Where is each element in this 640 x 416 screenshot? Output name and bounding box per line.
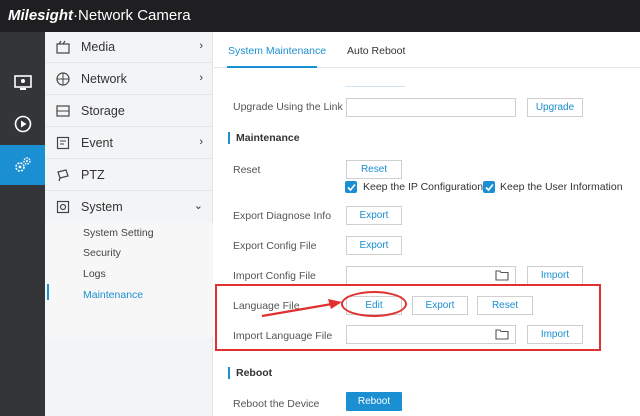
sidebar-item-event[interactable]: Event › xyxy=(45,128,213,159)
sidebar-item-label: PTZ xyxy=(81,168,105,182)
reboot-button[interactable]: Reboot xyxy=(346,392,402,411)
sidebar-item-label: Storage xyxy=(81,104,125,118)
import-language-file-input[interactable] xyxy=(346,325,516,344)
sidebar-item-label: Network xyxy=(81,72,127,86)
sidebar-subitem-logs[interactable]: Logs xyxy=(83,268,106,280)
chevron-right-icon: › xyxy=(199,136,203,148)
top-bar: Milesight·Network Camera xyxy=(0,0,640,32)
tab-auto-reboot[interactable]: Auto Reboot xyxy=(347,45,405,57)
sidebar-item-network[interactable]: Network › xyxy=(45,64,213,95)
reset-button[interactable]: Reset xyxy=(346,160,402,179)
sidebar-item-system[interactable]: System ⌄ xyxy=(45,191,213,222)
chevron-right-icon: › xyxy=(199,40,203,52)
rail-live-view[interactable] xyxy=(0,63,45,103)
tab-system-maintenance[interactable]: System Maintenance xyxy=(228,45,326,57)
chevron-right-icon: › xyxy=(199,72,203,84)
import-language-label: Import Language File xyxy=(233,330,333,342)
sidebar-item-ptz[interactable]: PTZ xyxy=(45,160,213,191)
check-icon xyxy=(346,183,356,191)
import-config-button[interactable]: Import xyxy=(527,266,583,285)
system-icon xyxy=(55,199,71,215)
reboot-device-label: Reboot the Device xyxy=(233,398,320,410)
sidebar-item-label: System xyxy=(81,199,123,214)
export-diagnose-label: Export Diagnose Info xyxy=(233,210,332,222)
reset-label: Reset xyxy=(233,164,261,176)
settings-icon xyxy=(14,157,31,172)
globe-icon xyxy=(55,71,71,87)
folder-icon[interactable] xyxy=(495,270,509,281)
export-config-button[interactable]: Export xyxy=(346,236,402,255)
language-edit-button[interactable]: Edit xyxy=(346,296,402,315)
keep-ip-checkbox[interactable] xyxy=(345,181,357,193)
media-icon xyxy=(55,39,71,55)
divider xyxy=(345,86,405,87)
upgrade-link-input[interactable] xyxy=(346,98,516,117)
sidebar: Media › Network › Storage Event › PTZ Sy… xyxy=(45,32,213,416)
import-config-label: Import Config File xyxy=(233,270,316,282)
active-indicator xyxy=(47,284,49,300)
monitor-icon xyxy=(13,75,32,90)
section-title-reboot: Reboot xyxy=(228,367,272,379)
export-diagnose-button[interactable]: Export xyxy=(346,206,402,225)
tab-underline xyxy=(227,66,317,68)
brand-logo: Milesight xyxy=(8,7,74,24)
folder-icon[interactable] xyxy=(495,329,509,340)
section-title-maintenance: Maintenance xyxy=(228,132,300,144)
brand: Milesight·Network Camera xyxy=(8,7,191,24)
brand-product: Network Camera xyxy=(78,7,191,24)
sidebar-subitem-system-setting[interactable]: System Setting xyxy=(83,227,154,239)
upgrade-link-label: Upgrade Using the Link xyxy=(233,101,343,113)
language-reset-button[interactable]: Reset xyxy=(477,296,533,315)
language-export-button[interactable]: Export xyxy=(412,296,468,315)
main-panel: System Maintenance Auto Reboot xyxy=(214,32,640,416)
import-config-file-input[interactable] xyxy=(346,266,516,285)
tab-bar: System Maintenance Auto Reboot xyxy=(214,32,640,68)
upgrade-button[interactable]: Upgrade xyxy=(527,98,583,117)
chevron-down-icon: ⌄ xyxy=(193,200,203,212)
event-icon xyxy=(55,135,71,151)
left-rail xyxy=(0,32,45,416)
keep-ip-label: Keep the IP Configuration xyxy=(363,181,484,193)
check-icon xyxy=(484,183,494,191)
language-file-label: Language File xyxy=(233,300,300,312)
export-config-label: Export Config File xyxy=(233,240,317,252)
sidebar-subitem-security[interactable]: Security xyxy=(83,247,121,259)
rail-playback[interactable] xyxy=(0,104,45,144)
rail-settings[interactable] xyxy=(0,145,45,185)
sidebar-item-media[interactable]: Media › xyxy=(45,32,213,63)
sidebar-item-label: Event xyxy=(81,136,113,150)
system-group: System ⌄ System Setting Security Logs Ma… xyxy=(45,200,213,337)
ptz-icon xyxy=(55,167,71,183)
import-language-button[interactable]: Import xyxy=(527,325,583,344)
playback-icon xyxy=(14,115,31,133)
sidebar-item-storage[interactable]: Storage xyxy=(45,96,213,127)
storage-icon xyxy=(55,103,71,119)
keep-user-label: Keep the User Information xyxy=(500,181,623,193)
keep-user-checkbox[interactable] xyxy=(483,181,495,193)
sidebar-item-label: Media xyxy=(81,40,116,54)
sidebar-subitem-maintenance[interactable]: Maintenance xyxy=(83,289,143,301)
